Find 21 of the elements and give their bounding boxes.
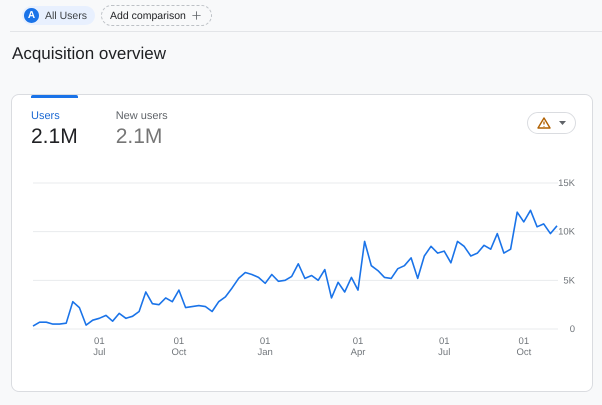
warning-icon [537, 117, 551, 129]
metric-tab[interactable]: New users 2.1M [116, 95, 168, 150]
warning-dropdown[interactable] [527, 112, 576, 134]
axis-label: 15K [558, 178, 575, 189]
avatar: A [24, 8, 39, 23]
page-title: Acquisition overview [12, 44, 168, 65]
plus-icon [190, 9, 203, 22]
axis-label: 01 Oct [516, 336, 532, 358]
metric-tab[interactable]: Users 2.1M [31, 95, 78, 150]
axis-label: 01 Apr [350, 336, 366, 358]
axis-label: 01 Oct [172, 336, 186, 358]
axis-label: 10K [558, 226, 575, 238]
audience-chip[interactable]: A All Users [22, 6, 96, 25]
axis-label: 01 Jul [438, 336, 450, 358]
axis-label: 01 Jul [93, 336, 106, 358]
add-comparison-button[interactable]: Add comparison [101, 5, 212, 26]
axis-label: 5K [563, 275, 575, 286]
axis-label: 0 [570, 324, 575, 335]
chip-label: All Users [45, 10, 88, 22]
caret-icon [559, 121, 566, 125]
axis-label: 01 Jan [258, 336, 273, 358]
